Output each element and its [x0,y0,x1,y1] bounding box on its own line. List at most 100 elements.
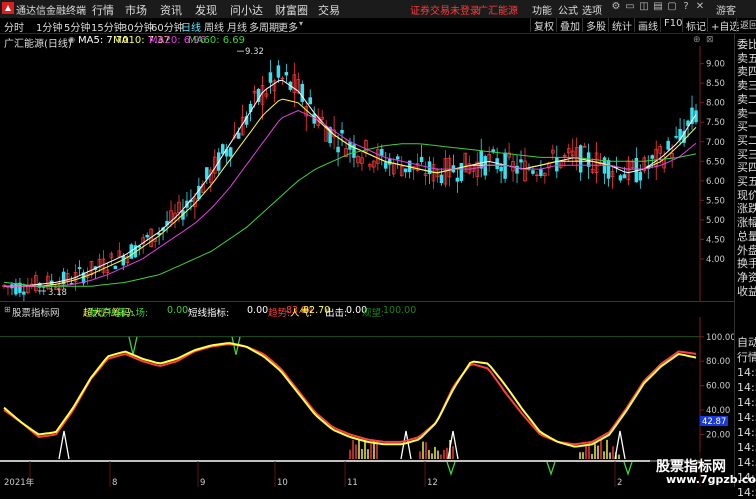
tape-time-3: 14:5 [737,381,756,394]
candle-body [586,152,591,167]
period-toolbar: 分时 1分钟 5分钟 15分钟 30分钟 60分钟 日线 周线 月线 多周期 更… [0,18,756,34]
back-button[interactable]: 返回 [736,18,756,32]
date-tick-2: 9 [200,478,205,487]
tongji-button[interactable]: 统计 [608,18,632,33]
indicator-menu-icon[interactable]: ⊞ [4,305,11,314]
period-30min[interactable]: 30分钟 [121,19,154,34]
ind-tick-0: 100.00 [706,333,734,343]
fuquan-button[interactable]: 复权 [530,18,554,33]
quote-row-5: 卖一 [737,106,756,120]
window-icon[interactable]: ▢ [666,1,678,15]
huaxian-button[interactable]: 画线 [634,18,658,33]
date-tick-5: 12 [427,478,438,487]
quote-row-18: 收益 [737,284,756,298]
quote-row-4: 卖二 [737,92,756,106]
tape-time-10: 14:5 [737,486,756,499]
guanwang-value: 100.00 [383,305,417,316]
candle-body [455,177,460,182]
guest-label[interactable]: 游客 [716,2,736,17]
entry-signal-marker [128,336,138,355]
more-chevron-icon[interactable]: ▾ [299,19,303,28]
login-status[interactable]: 证券交易未登录 [410,2,480,17]
indicator-lines [3,342,697,448]
candle-body [113,265,118,270]
settings-dot-icon[interactable]: ◉ [68,35,75,44]
price-chart[interactable]: 9.00 8.50 8.00 7.50 7.00 6.50 6.00 5.50 5.00 4.50… [0,46,734,301]
price-tick-10: 4.00 [706,255,725,265]
price-tick-4: 7.00 [706,138,725,148]
price-grid [699,46,704,301]
watch-signal-marker [546,461,556,477]
tape-label-1: 行情 [737,351,756,364]
candle-body [384,162,388,169]
price-tick-8: 5.00 [706,216,725,226]
menu-gongneng[interactable]: 功能 [532,2,552,17]
period-daily[interactable]: 日线 [181,19,201,34]
series-line-趋势 [3,343,697,446]
menu-zixun[interactable]: 资讯 [160,2,182,18]
candle-body [336,146,340,153]
menu-wenxiaoda[interactable]: 问小达 [230,2,263,18]
layout-icon[interactable]: ▤ [652,1,664,15]
panel-divider [0,301,734,302]
expand-icon[interactable]: ⊕ [693,35,701,45]
period-weekly[interactable]: 周线 [204,19,224,34]
candle-body [618,175,623,181]
period-fenshi[interactable]: 分时 [4,19,24,34]
quote-row-8: 买三 [737,147,756,161]
quote-row-15: 外盘 [737,243,756,257]
quote-row-16: 换手 [737,257,756,271]
indicator-chart[interactable]: 100.00 80.00 60.00 40.00 20.00 2021年 8 9 10 11 12… [0,317,734,487]
tape-label-0[interactable]: 自动 [737,336,756,349]
panel-close-icon[interactable]: ⊠ [706,35,714,45]
candle-body [459,162,464,181]
menu-jiaoyi[interactable]: 交易 [318,2,340,18]
settings-icon[interactable]: ⚙ [610,1,622,15]
duanxian-value: 0.00 [247,305,269,316]
period-5min[interactable]: 5分钟 [64,19,90,34]
menu-xuanxiang[interactable]: 选项 [582,2,602,17]
date-tick-6: 2 [617,478,622,487]
period-monthly[interactable]: 月线 [227,19,247,34]
period-more[interactable]: 更多 [278,19,298,34]
period-15min[interactable]: 15分钟 [91,19,124,34]
candle-body [228,147,233,157]
f10-button[interactable]: F10 [660,18,682,32]
candle-body [650,155,655,159]
menu-hangqing[interactable]: 行情 [92,2,114,18]
menu-gongshi[interactable]: 公式 [558,2,578,17]
duogu-button[interactable]: 多股 [582,18,606,33]
candle-body [395,156,400,160]
price-tick-7: 5.50 [706,196,725,206]
watch-signal-marker [446,461,456,477]
diejia-button[interactable]: 叠加 [556,18,580,33]
watermark-url: www.7gpzb.com [666,473,756,486]
candle-body [638,171,643,181]
watch-signal-marker [623,461,633,477]
series-line-MA20 [4,110,697,287]
quote-row-9: 买四 [737,161,756,175]
quote-row-12: 涨跌 [737,202,756,216]
ma60-label: MA60: 6.69 [188,35,246,46]
quote-row-17: 净资 [737,270,756,284]
period-1min[interactable]: 1分钟 [36,19,62,34]
help-icon[interactable]: ? [680,1,692,15]
minimize-icon[interactable]: ▭ [624,1,636,15]
price-tick-5: 6.50 [706,157,725,167]
high-annotation: 9.32 [245,47,264,57]
close-icon[interactable]: ✕ [694,1,706,15]
add-favorite-button[interactable]: +自选 [707,18,739,33]
account-link[interactable]: 广汇能源 [478,2,518,17]
candle-body [268,72,273,83]
menu-shichang[interactable]: 市场 [125,2,147,18]
restore-icon[interactable]: ◫ [638,1,650,15]
period-multi[interactable]: 多周期 [249,19,279,34]
biaoji-button[interactable]: 标记 [682,18,706,33]
price-tick-1: 8.50 [706,79,725,89]
quote-row-14: 总量 [737,229,756,243]
menu-faxian[interactable]: 发现 [195,2,217,18]
menu-caifuquan[interactable]: 财富圈 [275,2,308,18]
ind-tick-3: 40.00 [706,406,730,416]
candlesticks [2,59,698,301]
period-60min[interactable]: 60分钟 [151,19,184,34]
